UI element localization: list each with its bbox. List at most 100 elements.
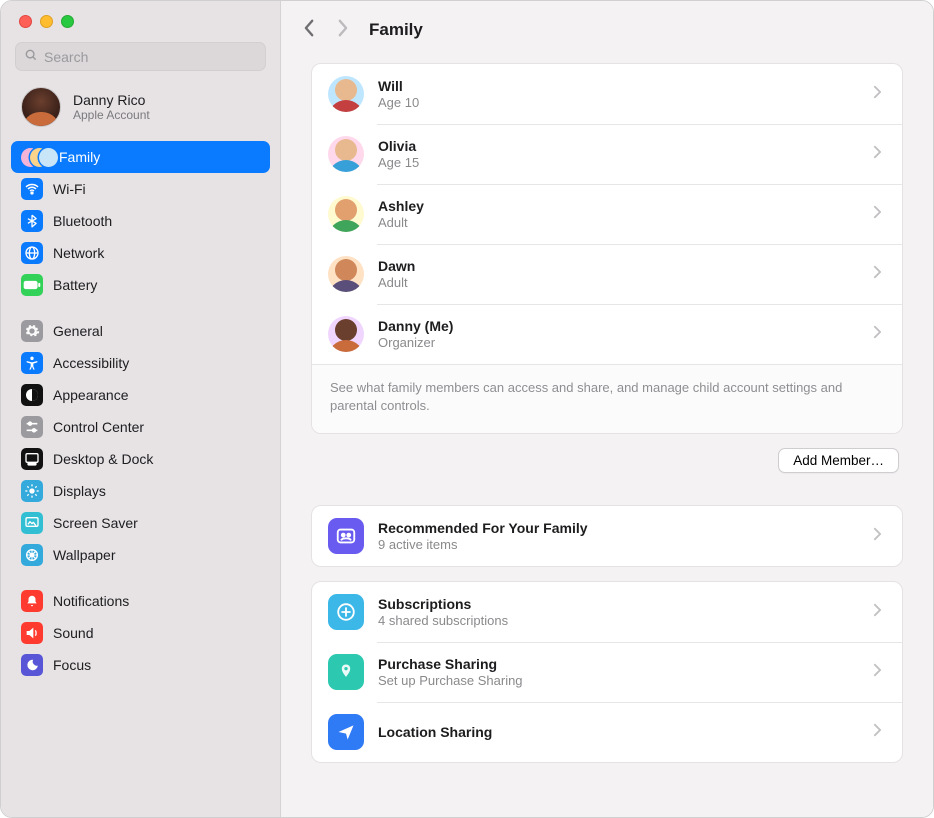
sidebar-item-focus[interactable]: Focus (11, 649, 270, 681)
focus-icon (21, 654, 43, 676)
location-sharing-row[interactable]: Location Sharing (312, 702, 902, 762)
chevron-right-icon (873, 663, 886, 682)
sidebar-item-network[interactable]: Network (11, 237, 270, 269)
sidebar-item-wallpaper[interactable]: Wallpaper (11, 539, 270, 571)
sidebar-item-general[interactable]: General (11, 315, 270, 347)
sidebar-item-notifications[interactable]: Notifications (11, 585, 270, 617)
battery-icon (21, 274, 43, 296)
account-sub: Apple Account (73, 108, 150, 122)
sliders-icon (21, 416, 43, 438)
window-controls (1, 1, 280, 34)
add-member-button[interactable]: Add Member… (778, 448, 899, 473)
member-name: Danny (Me) (378, 318, 859, 335)
sidebar-item-label: Control Center (53, 419, 144, 435)
sidebar-item-label: Desktop & Dock (53, 451, 153, 467)
location-sharing-icon (328, 714, 364, 750)
network-icon (21, 242, 43, 264)
family-member-row[interactable]: Danny (Me)Organizer (312, 304, 902, 364)
wifi-icon (21, 178, 43, 200)
subscriptions-title: Subscriptions (378, 596, 859, 613)
subscriptions-row[interactable]: Subscriptions 4 shared subscriptions (312, 582, 902, 642)
member-sub: Organizer (378, 335, 859, 350)
gear-icon (21, 320, 43, 342)
close-window-button[interactable] (19, 15, 32, 28)
subscriptions-sub: 4 shared subscriptions (378, 613, 859, 628)
sidebar-item-sound[interactable]: Sound (11, 617, 270, 649)
member-name: Dawn (378, 258, 859, 275)
member-sub: Adult (378, 275, 859, 290)
sidebar-item-label: Screen Saver (53, 515, 138, 531)
recommended-icon (328, 518, 364, 554)
member-avatar (328, 256, 364, 292)
page-title: Family (369, 20, 423, 40)
chevron-right-icon (873, 723, 886, 742)
subscriptions-icon (328, 594, 364, 630)
member-name: Will (378, 78, 859, 95)
sidebar-item-appearance[interactable]: Appearance (11, 379, 270, 411)
chevron-right-icon (873, 603, 886, 622)
family-member-row[interactable]: OliviaAge 15 (312, 124, 902, 184)
family-icon (21, 146, 49, 168)
sidebar-item-label: Displays (53, 483, 106, 499)
member-name: Olivia (378, 138, 859, 155)
recommended-card[interactable]: Recommended For Your Family 9 active ite… (311, 505, 903, 567)
family-members-footer: See what family members can access and s… (312, 364, 902, 433)
family-member-row[interactable]: AshleyAdult (312, 184, 902, 244)
chevron-right-icon (873, 265, 886, 284)
sidebar-item-bluetooth[interactable]: Bluetooth (11, 205, 270, 237)
family-member-row[interactable]: DawnAdult (312, 244, 902, 304)
sidebar-item-screen-saver[interactable]: Screen Saver (11, 507, 270, 539)
bluetooth-icon (21, 210, 43, 232)
fullscreen-window-button[interactable] (61, 15, 74, 28)
sidebar-item-wi-fi[interactable]: Wi-Fi (11, 173, 270, 205)
search-field[interactable] (15, 42, 266, 71)
sidebar-item-label: Appearance (53, 387, 129, 403)
settings-window: Danny Rico Apple Account Family Wi-Fi Blu… (0, 0, 934, 818)
header: Family (281, 1, 933, 49)
member-name: Ashley (378, 198, 859, 215)
location-sharing-title: Location Sharing (378, 724, 859, 741)
member-avatar (328, 76, 364, 112)
account-row[interactable]: Danny Rico Apple Account (1, 81, 280, 141)
member-avatar (328, 316, 364, 352)
sidebar-item-label: Battery (53, 277, 97, 293)
bell-icon (21, 590, 43, 612)
chevron-right-icon (873, 527, 886, 546)
sidebar-item-displays[interactable]: Displays (11, 475, 270, 507)
sidebar-item-accessibility[interactable]: Accessibility (11, 347, 270, 379)
member-sub: Age 10 (378, 95, 859, 110)
member-avatar (328, 196, 364, 232)
purchase-sharing-row[interactable]: Purchase Sharing Set up Purchase Sharing (312, 642, 902, 702)
member-sub: Age 15 (378, 155, 859, 170)
recommended-title: Recommended For Your Family (378, 520, 859, 537)
sidebar-item-desktop-dock[interactable]: Desktop & Dock (11, 443, 270, 475)
search-input[interactable] (44, 49, 257, 65)
chevron-right-icon (873, 145, 886, 164)
sidebar-item-family[interactable]: Family (11, 141, 270, 173)
family-members-card: WillAge 10OliviaAge 15AshleyAdultDawnAdu… (311, 63, 903, 434)
main-panel: Family WillAge 10OliviaAge 15AshleyAdult… (281, 1, 933, 817)
nav-back-button[interactable] (303, 19, 316, 41)
sharing-card: Subscriptions 4 shared subscriptions Pur… (311, 581, 903, 763)
purchase-sharing-sub: Set up Purchase Sharing (378, 673, 859, 688)
sound-icon (21, 622, 43, 644)
sidebar-item-label: Accessibility (53, 355, 129, 371)
sidebar-item-battery[interactable]: Battery (11, 269, 270, 301)
sidebar-item-label: Wi-Fi (53, 181, 86, 197)
sidebar-item-label: Bluetooth (53, 213, 112, 229)
sidebar-item-label: General (53, 323, 103, 339)
sidebar-item-label: Focus (53, 657, 91, 673)
accessibility-icon (21, 352, 43, 374)
sidebar: Danny Rico Apple Account Family Wi-Fi Blu… (1, 1, 281, 817)
family-member-row[interactable]: WillAge 10 (312, 64, 902, 124)
displays-icon (21, 480, 43, 502)
sidebar-item-control-center[interactable]: Control Center (11, 411, 270, 443)
minimize-window-button[interactable] (40, 15, 53, 28)
dock-icon (21, 448, 43, 470)
screensaver-icon (21, 512, 43, 534)
sidebar-item-label: Wallpaper (53, 547, 116, 563)
recommended-sub: 9 active items (378, 537, 859, 552)
account-avatar (21, 87, 61, 127)
sidebar-item-label: Network (53, 245, 104, 261)
member-sub: Adult (378, 215, 859, 230)
